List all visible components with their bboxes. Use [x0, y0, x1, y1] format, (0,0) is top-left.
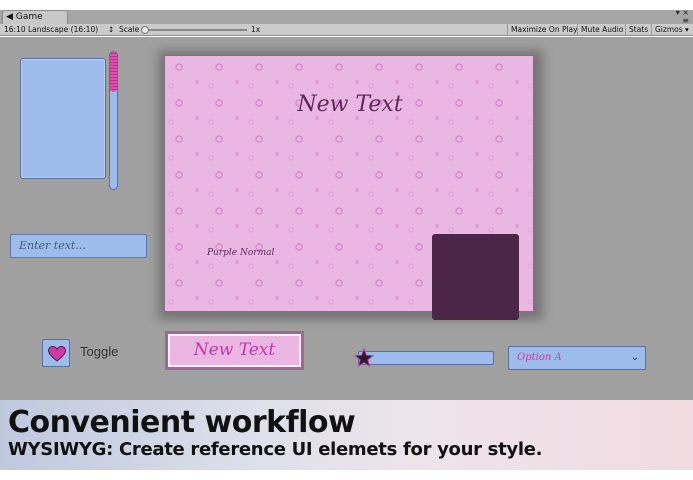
unity-game-window: ◀ Game ▾ × ≡ 16:10 Landscape (16:10) ↕ Sc…	[0, 0, 693, 480]
toggle-label[interactable]: Toggle	[80, 344, 118, 359]
aspect-dropdown[interactable]: 16:10 Landscape (16:10)	[4, 24, 98, 36]
tab-strip: ◀ Game ▾ × ≡	[0, 9, 693, 25]
chevron-down-icon: ⌄	[630, 352, 639, 363]
heart-icon	[47, 345, 67, 362]
banner-subtitle: WYSIWYG: Create reference UI elemets for…	[8, 439, 543, 460]
gizmos-chevron-icon: ▾	[685, 25, 689, 34]
panel-title: New Text	[297, 92, 403, 117]
pink-panel: New Text Purple Normal	[164, 55, 534, 320]
panel-label: Purple Normal	[207, 248, 275, 258]
panel-image	[432, 234, 519, 320]
new-text-button[interactable]: New Text	[165, 331, 304, 370]
scrollbar-handle[interactable]	[110, 52, 117, 92]
aspect-dropdown-label: 16:10 Landscape (16:10)	[4, 25, 99, 34]
gizmos-button[interactable]: Gizmos ▾	[651, 24, 692, 36]
aspect-arrow-icon[interactable]: ↕	[108, 24, 114, 36]
stats-button[interactable]: Stats	[625, 24, 651, 36]
maximize-on-play-button[interactable]: Maximize On Play	[507, 24, 581, 36]
star-slider-handle-icon[interactable]	[354, 348, 374, 368]
mute-audio-button[interactable]: Mute Audio	[577, 24, 626, 36]
gizmos-label: Gizmos	[655, 25, 683, 34]
tab-game[interactable]: ◀ Game	[2, 10, 68, 24]
game-view: Enter text... New Text Purple Normal Tog…	[0, 37, 693, 400]
vertical-scrollbar[interactable]	[109, 51, 118, 190]
banner-title: Convenient workflow	[8, 405, 356, 440]
window-controls[interactable]: ▾ × ≡	[676, 9, 689, 25]
dropdown-value: Option A	[517, 352, 562, 363]
promo-banner: Convenient workflow WYSIWYG: Create refe…	[0, 400, 693, 470]
option-dropdown[interactable]: Option A ⌄	[508, 346, 646, 370]
input-placeholder: Enter text...	[19, 239, 86, 252]
game-toolbar: 16:10 Landscape (16:10) ↕ Scale 1x Maxim…	[0, 24, 693, 36]
slider-track[interactable]	[358, 351, 494, 365]
game-controller-icon: ◀	[6, 12, 13, 22]
scroll-view[interactable]	[20, 58, 106, 179]
scale-label: Scale	[119, 25, 140, 34]
scale-value: 1x	[251, 25, 261, 34]
tab-game-label: Game	[15, 12, 43, 22]
toggle-checkbox[interactable]	[42, 339, 70, 367]
scale-slider-track[interactable]	[144, 29, 247, 31]
text-input-field[interactable]: Enter text...	[10, 234, 147, 258]
scale-slider-handle[interactable]	[141, 26, 149, 34]
